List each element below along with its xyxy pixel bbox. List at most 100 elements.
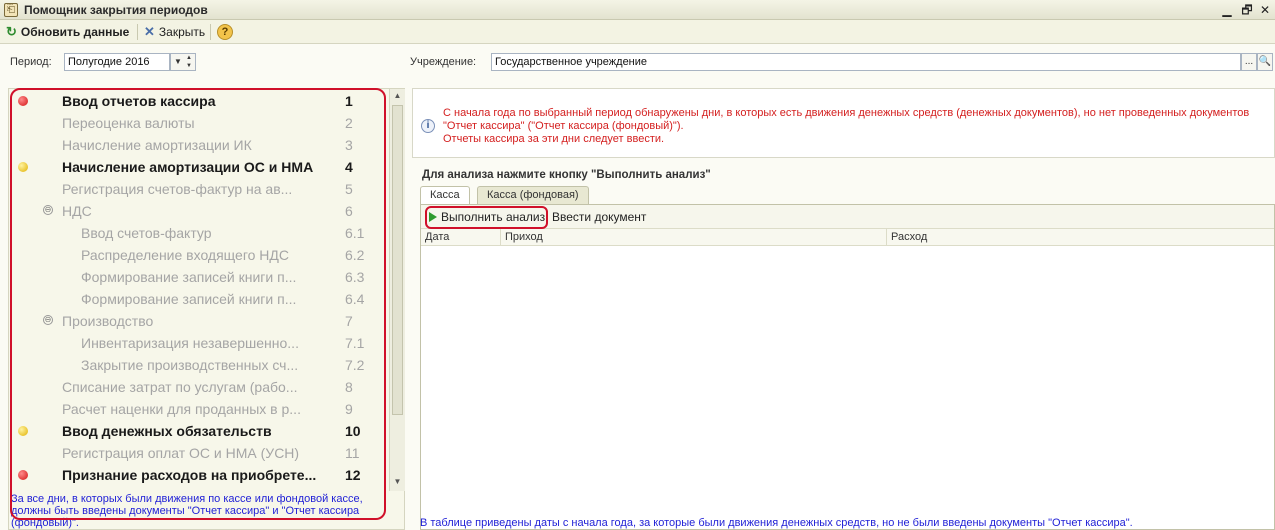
- column-date[interactable]: Дата: [421, 229, 501, 246]
- tree-row[interactable]: Начисление амортизации ОС и НМА 4: [9, 157, 389, 179]
- info-line: С начала года по выбранный период обнару…: [443, 107, 1250, 119]
- collapse-icon[interactable]: ⊖: [43, 205, 53, 215]
- help-button[interactable]: ?: [217, 24, 233, 40]
- search-icon[interactable]: 🔍: [1257, 53, 1273, 71]
- tree-item-label: Формирование записей книги п...: [81, 291, 297, 307]
- tree-item-label: Производство: [62, 313, 154, 329]
- tree-row[interactable]: Регистрация оплат ОС и НМА (УСН) 11: [9, 443, 389, 465]
- status-red-icon: [18, 470, 28, 480]
- tree-row[interactable]: Ввод отчетов кассира 1: [9, 91, 389, 113]
- status-yellow-icon: [18, 426, 28, 436]
- table-header: Дата Приход Расход: [421, 229, 1274, 246]
- period-label: Период:: [10, 56, 52, 68]
- scroll-down-icon[interactable]: ▼: [390, 475, 405, 489]
- window-title: Помощник закрытия периодов: [24, 3, 208, 17]
- info-icon: i: [421, 119, 435, 133]
- info-box: i С начала года по выбранный период обна…: [412, 88, 1275, 158]
- tree-item-number: 7: [345, 313, 353, 329]
- tree-item-number: 9: [345, 401, 353, 417]
- tree-item-label: Регистрация счетов-фактур на ав...: [62, 181, 293, 197]
- tree-item-number: 6.4: [345, 291, 365, 307]
- tree-row[interactable]: Регистрация счетов-фактур на ав... 5: [9, 179, 389, 201]
- restore-icon[interactable]: 🗗: [1239, 2, 1255, 18]
- tree-item-number: 8: [345, 379, 353, 395]
- analysis-toolbar: Выполнить анализ Ввести документ: [421, 205, 1274, 229]
- play-icon: [429, 212, 437, 222]
- period-field[interactable]: Полугодие 2016: [64, 53, 170, 71]
- tree-row[interactable]: Закрытие производственных сч... 7.2: [9, 355, 389, 377]
- tree-item-number: 7.2: [345, 357, 365, 373]
- select-button[interactable]: ...: [1241, 53, 1257, 71]
- table-note: В таблице приведены даты с начала года, …: [420, 517, 1133, 529]
- tree-item-number: 4: [345, 159, 353, 175]
- tree-row[interactable]: Формирование записей книги п... 6.4: [9, 289, 389, 311]
- institution-label: Учреждение:: [410, 56, 477, 68]
- tree-row[interactable]: ⊖ Производство 7: [9, 311, 389, 333]
- tree-row[interactable]: ⊖ НДС 6: [9, 201, 389, 223]
- period-spinner[interactable]: ▼ ▲ ▼: [170, 53, 196, 71]
- app-icon: ⎗: [4, 3, 18, 17]
- tree-item-label: Ввод денежных обязательств: [62, 423, 272, 439]
- run-analysis-button[interactable]: Выполнить анализ: [429, 209, 545, 225]
- chevron-down-icon[interactable]: ▼: [172, 55, 184, 69]
- tree-item-number: 6.2: [345, 247, 365, 263]
- tree-row[interactable]: Формирование записей книги п... 6.3: [9, 267, 389, 289]
- refresh-icon: ↻: [6, 24, 17, 39]
- refresh-label: Обновить данные: [20, 25, 130, 39]
- tree-row[interactable]: Инвентаризация незавершенно... 7.1: [9, 333, 389, 355]
- tree-row[interactable]: Расчет наценки для проданных в р... 9: [9, 399, 389, 421]
- enter-document-button[interactable]: Ввести документ: [552, 209, 646, 225]
- analysis-caption: Для анализа нажмите кнопку "Выполнить ан…: [422, 169, 711, 181]
- tree-item-label: Регистрация оплат ОС и НМА (УСН): [62, 445, 300, 461]
- tree-row[interactable]: Распределение входящего НДС 6.2: [9, 245, 389, 267]
- toolbar-divider: [210, 24, 211, 40]
- status-red-icon: [18, 96, 28, 106]
- tree-item-number: 1: [345, 93, 353, 109]
- tree-item-number: 6.3: [345, 269, 365, 285]
- tab-kassa[interactable]: Касса: [420, 186, 470, 206]
- steps-tree: Ввод отчетов кассира 1 Переоценка валюты…: [9, 89, 389, 491]
- tree-scrollbar[interactable]: ▲ ▼: [389, 89, 405, 491]
- close-window-icon[interactable]: ✕: [1257, 2, 1273, 18]
- scrollbar-thumb[interactable]: [392, 105, 403, 415]
- tab-kassa-fund[interactable]: Касса (фондовая): [477, 186, 589, 205]
- tree-row[interactable]: Признание расходов на приобрете... 12: [9, 465, 389, 487]
- details-panel: i С начала года по выбранный период обна…: [412, 88, 1275, 530]
- toolbar-divider: [137, 24, 138, 40]
- tree-item-number: 10: [345, 423, 361, 439]
- tree-item-number: 7.1: [345, 335, 365, 351]
- steps-panel: Ввод отчетов кассира 1 Переоценка валюты…: [8, 88, 405, 530]
- info-line: Отчеты кассира за эти дни следует ввести…: [443, 133, 665, 145]
- tree-item-label: Списание затрат по услугам (рабо...: [62, 379, 298, 395]
- status-yellow-icon: [18, 162, 28, 172]
- tree-item-label: Начисление амортизации ОС и НМА: [62, 159, 314, 175]
- tree-item-label: Ввод отчетов кассира: [62, 93, 216, 109]
- tree-item-label: Начисление амортизации ИК: [62, 137, 252, 153]
- column-income[interactable]: Приход: [501, 229, 887, 246]
- institution-field[interactable]: Государственное учреждение: [491, 53, 1241, 71]
- tree-item-label: НДС: [62, 203, 92, 219]
- tree-item-label: Инвентаризация незавершенно...: [81, 335, 299, 351]
- scroll-up-icon[interactable]: ▲: [390, 89, 405, 103]
- filters-bar: Период: Полугодие 2016 ▼ ▲ ▼ Учреждение: …: [0, 45, 1275, 81]
- tree-row[interactable]: Ввод денежных обязательств 10: [9, 421, 389, 443]
- info-line: "Отчет кассира" ("Отчет кассира (фондовы…: [443, 120, 684, 132]
- run-analysis-label: Выполнить анализ: [441, 210, 546, 224]
- tree-item-label: Формирование записей книги п...: [81, 269, 297, 285]
- close-button[interactable]: ✕ Закрыть: [144, 24, 205, 40]
- tree-row[interactable]: Списание затрат по услугам (рабо... 8: [9, 377, 389, 399]
- collapse-icon[interactable]: ⊖: [43, 315, 53, 325]
- tree-row[interactable]: Переоценка валюты 2: [9, 113, 389, 135]
- column-expense[interactable]: Расход: [887, 229, 1274, 246]
- tree-item-number: 6.1: [345, 225, 365, 241]
- help-icon: ?: [217, 24, 233, 40]
- tree-item-number: 5: [345, 181, 353, 197]
- tab-content: Выполнить анализ Ввести документ Дата Пр…: [420, 204, 1275, 530]
- up-down-icon[interactable]: ▲ ▼: [184, 54, 194, 70]
- refresh-button[interactable]: ↻ Обновить данные: [6, 24, 129, 40]
- tree-row[interactable]: Начисление амортизации ИК 3: [9, 135, 389, 157]
- tree-item-label: Закрытие производственных сч...: [81, 357, 299, 373]
- minimize-icon[interactable]: ▁: [1219, 2, 1235, 18]
- tree-item-number: 3: [345, 137, 353, 153]
- tree-row[interactable]: Ввод счетов-фактур 6.1: [9, 223, 389, 245]
